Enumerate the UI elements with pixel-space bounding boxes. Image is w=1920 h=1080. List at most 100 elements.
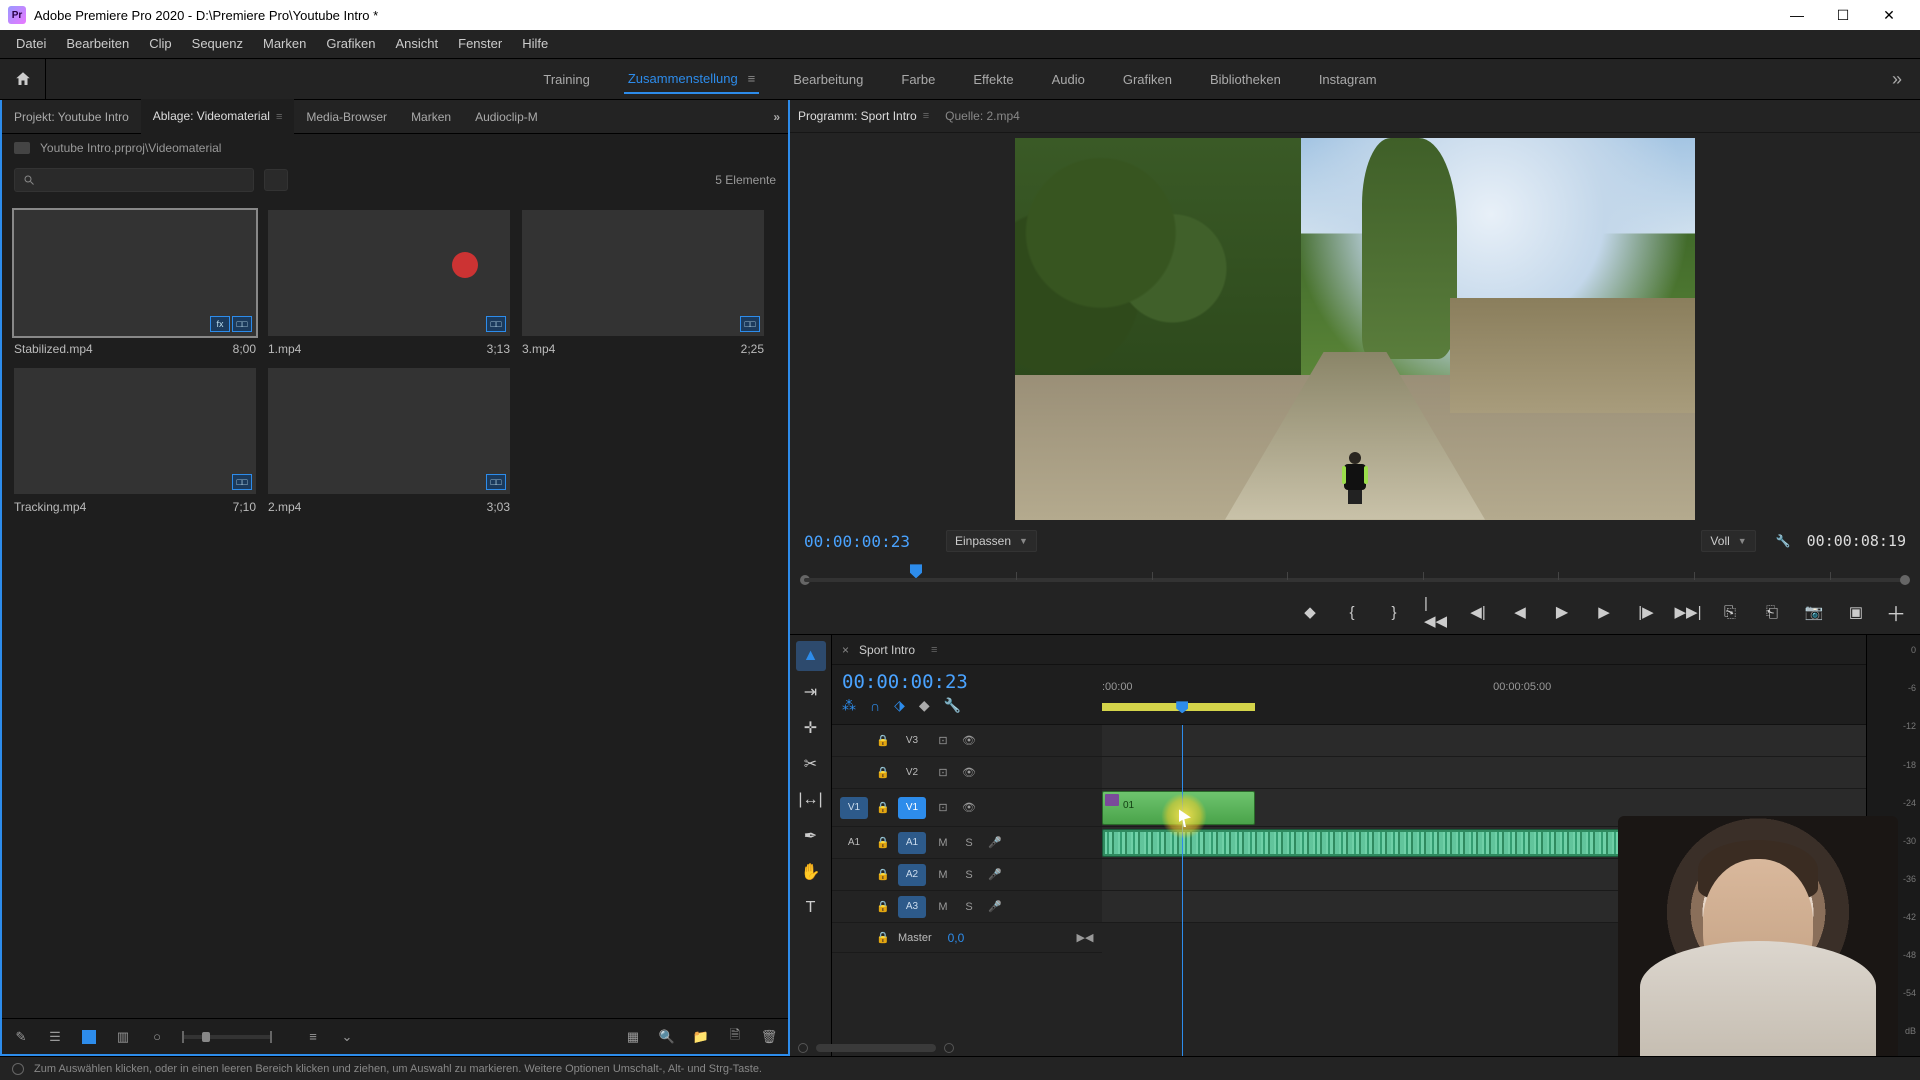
voiceover-icon[interactable]: 🎤 — [986, 898, 1004, 916]
footer-newitem-icon[interactable]: 🗎 — [726, 1028, 744, 1046]
video-track-header[interactable]: 🔒 V2 ⊡ 👁 — [832, 757, 1102, 789]
master-track-header[interactable]: 🔒 Master 0,0 ▶◀ — [832, 923, 1102, 953]
audio-track-header[interactable]: 🔒 A3 M S 🎤 — [832, 891, 1102, 923]
search-input[interactable] — [14, 168, 254, 192]
comparison-button[interactable]: ▣ — [1844, 600, 1868, 624]
menu-clip[interactable]: Clip — [139, 30, 181, 58]
type-tool[interactable]: T — [796, 893, 826, 923]
track-target[interactable]: V3 — [898, 730, 926, 752]
toggle-track-output-icon[interactable]: 👁 — [960, 732, 978, 750]
playhead-line[interactable] — [1182, 725, 1183, 1056]
workspace-audio[interactable]: Audio — [1048, 66, 1089, 93]
footer-list-view-icon[interactable]: ☰ — [46, 1028, 64, 1046]
sync-lock-icon[interactable]: ⊡ — [934, 732, 952, 750]
zoom-scrollbar[interactable] — [816, 1044, 936, 1052]
source-patch[interactable] — [840, 864, 868, 886]
project-tabs-overflow[interactable]: » — [765, 110, 788, 124]
export-frame-button[interactable]: 📷 — [1802, 600, 1826, 624]
clip-thumbnail[interactable]: □□ 1.mp43;13 — [268, 210, 510, 356]
track-target[interactable]: V2 — [898, 762, 926, 784]
workspace-zusammenstellung[interactable]: Zusammenstellung≡ — [624, 65, 759, 94]
source-patch[interactable] — [840, 896, 868, 918]
mark-in-button[interactable]: { — [1340, 600, 1364, 624]
footer-list-icon[interactable]: ≡ — [304, 1028, 322, 1046]
voiceover-icon[interactable]: 🎤 — [986, 866, 1004, 884]
track-target[interactable]: V1 — [898, 797, 926, 819]
timeline-panel-menu-icon[interactable]: ≡ — [931, 644, 937, 656]
lock-icon[interactable]: 🔒 — [876, 801, 890, 814]
mute-button[interactable]: M — [934, 834, 952, 852]
snap-icon[interactable]: ⁂ — [842, 697, 856, 714]
step-forward-button[interactable]: |▶ — [1634, 600, 1658, 624]
program-timecode[interactable]: 00:00:00:23 — [804, 532, 910, 551]
program-tab[interactable]: Programm: Sport Intro≡ — [798, 109, 929, 123]
video-track-header[interactable]: V1 🔒 V1 ⊡ 👁 — [832, 789, 1102, 827]
lift-button[interactable]: ⎘ — [1718, 600, 1742, 624]
track-select-tool[interactable]: ⇥ — [796, 677, 826, 707]
button-editor[interactable]: ＋ — [1886, 598, 1906, 627]
timeline-marker-icon[interactable]: ◆ — [919, 697, 930, 714]
track-target[interactable]: A2 — [898, 864, 926, 886]
extract-button[interactable]: ⎗ — [1760, 600, 1784, 624]
footer-newbin-icon[interactable]: 📁 — [692, 1028, 710, 1046]
minimize-button[interactable]: — — [1774, 0, 1820, 30]
lock-icon[interactable]: 🔒 — [876, 734, 890, 747]
workspace-instagram[interactable]: Instagram — [1315, 66, 1381, 93]
mute-button[interactable]: M — [934, 866, 952, 884]
toggle-track-output-icon[interactable]: 👁 — [960, 764, 978, 782]
tab-marken[interactable]: Marken — [399, 100, 463, 134]
menu-sequenz[interactable]: Sequenz — [182, 30, 253, 58]
mute-button[interactable]: M — [934, 898, 952, 916]
source-patch[interactable]: A1 — [840, 832, 868, 854]
program-zoom-dropdown[interactable]: Einpassen▼ — [946, 530, 1037, 552]
home-button[interactable] — [0, 58, 46, 100]
lock-icon[interactable]: 🔒 — [876, 868, 890, 881]
add-marker-button[interactable]: ◆ — [1298, 600, 1322, 624]
menu-bearbeiten[interactable]: Bearbeiten — [56, 30, 139, 58]
bin-icon[interactable] — [14, 142, 30, 154]
audio-track-header[interactable]: A1 🔒 A1 M S 🎤 — [832, 827, 1102, 859]
menu-datei[interactable]: Datei — [6, 30, 56, 58]
mark-out-button[interactable]: } — [1382, 600, 1406, 624]
go-to-out-button[interactable]: ▶▶| — [1676, 600, 1700, 624]
program-quality-dropdown[interactable]: Voll▼ — [1701, 530, 1755, 552]
footer-icon-view-icon[interactable] — [80, 1028, 98, 1046]
workspace-overflow[interactable]: » — [1874, 69, 1920, 90]
lock-icon[interactable]: 🔒 — [876, 766, 890, 779]
program-settings-button[interactable]: 🔧 — [1776, 534, 1791, 548]
program-panel-menu-icon[interactable]: ≡ — [923, 110, 929, 122]
zoom-in[interactable] — [944, 1043, 954, 1053]
ripple-edit-tool[interactable]: ✛ — [796, 713, 826, 743]
new-bin-button[interactable] — [264, 169, 288, 191]
lock-icon[interactable]: 🔒 — [876, 931, 890, 944]
solo-button[interactable]: S — [960, 898, 978, 916]
sync-lock-icon[interactable]: ⊡ — [934, 764, 952, 782]
video-track-header[interactable]: 🔒 V3 ⊡ 👁 — [832, 725, 1102, 757]
step-forward-1-button[interactable]: ▶ — [1592, 600, 1616, 624]
slip-tool[interactable]: |↔| — [796, 785, 826, 815]
video-clip[interactable]: 01 — [1102, 791, 1255, 825]
menu-ansicht[interactable]: Ansicht — [385, 30, 448, 58]
workspace-training[interactable]: Training — [539, 66, 593, 93]
marker-icon[interactable]: ⬗ — [894, 697, 905, 714]
go-to-in-button[interactable]: |◀◀ — [1424, 600, 1448, 624]
toggle-track-output-icon[interactable]: 👁 — [960, 799, 978, 817]
thumbnail-zoom-slider[interactable] — [182, 1035, 272, 1039]
master-out-icon[interactable]: ▶◀ — [1076, 929, 1094, 947]
footer-chevron-icon[interactable]: ⌄ — [338, 1028, 356, 1046]
clip-thumbnail[interactable]: fx□□ Stabilized.mp48;00 — [14, 210, 256, 356]
program-scrub-bar[interactable] — [790, 558, 1920, 590]
tab-media-browser[interactable]: Media-Browser — [294, 100, 399, 134]
linked-selection-icon[interactable]: ∩ — [870, 698, 880, 714]
clip-thumbnail[interactable]: □□ Tracking.mp47;10 — [14, 368, 256, 514]
solo-button[interactable]: S — [960, 866, 978, 884]
step-back-button[interactable]: ◀| — [1466, 600, 1490, 624]
razor-tool[interactable]: ✂ — [796, 749, 826, 779]
workspace-bibliotheken[interactable]: Bibliotheken — [1206, 66, 1285, 93]
timeline-ruler[interactable]: :00:0000:00:05:00 — [1102, 665, 1866, 724]
timeline-playhead[interactable] — [1176, 701, 1188, 713]
tab-audioclip[interactable]: Audioclip-M — [463, 100, 550, 134]
panel-menu-icon[interactable]: ≡ — [276, 111, 282, 123]
play-button[interactable]: ▶ — [1550, 600, 1574, 624]
timeline-timecode[interactable]: 00:00:00:23 — [842, 671, 1092, 693]
